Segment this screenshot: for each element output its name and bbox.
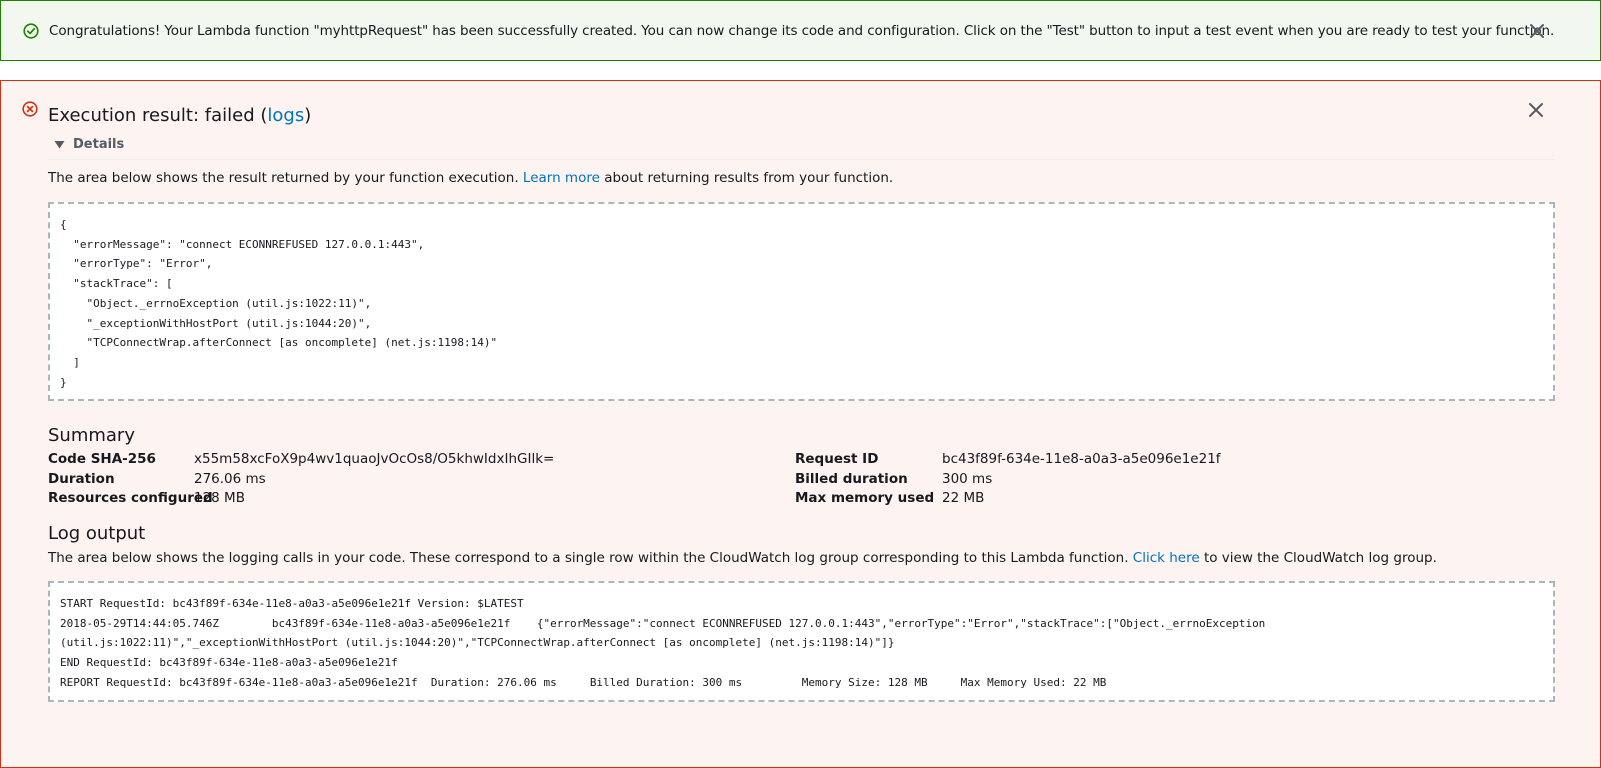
log-desc-text-after: to view the CloudWatch log group.: [1199, 550, 1437, 566]
summary-row: Billed duration 300 ms: [795, 471, 1495, 490]
summary-label: Max memory used: [795, 490, 935, 506]
dismiss-success-button[interactable]: [1528, 22, 1546, 40]
log-line: START RequestId: bc43f89f-634e-11e8-a0a3…: [60, 597, 524, 610]
close-icon: [1529, 103, 1543, 117]
result-line: {: [60, 218, 67, 231]
close-icon: [1530, 24, 1544, 38]
summary-row: Resources configured 128 MB: [48, 490, 748, 509]
log-line: (util.js:1022:11)","_exceptionWithHostPo…: [60, 636, 895, 650]
execution-title-text: Execution result: failed (: [48, 105, 268, 126]
log-desc-text: The area below shows the logging calls i…: [48, 550, 1133, 566]
result-line: "Object._errnoException (util.js:1022:11…: [60, 296, 372, 310]
summary-value: bc43f89f-634e-11e8-a0a3-a5e096e1e21f: [942, 451, 1221, 467]
success-message: Congratulations! Your Lambda function "m…: [49, 22, 1555, 39]
summary-value: 300 ms: [942, 470, 993, 487]
execution-result-title: Execution result: failed (logs): [48, 105, 311, 126]
summary-row: Duration 276.06 ms: [48, 471, 748, 490]
summary-label: Code SHA-256: [48, 451, 156, 467]
log-lines: START RequestId: bc43f89f-634e-11e8-a0a3…: [60, 594, 1543, 693]
summary-label: Billed duration: [795, 470, 908, 487]
click-here-link[interactable]: Click here: [1133, 550, 1200, 566]
result-line: "errorType": "Error",: [60, 257, 213, 271]
details-label: Details: [73, 137, 125, 152]
summary-row: Max memory used 22 MB: [795, 490, 1495, 509]
result-line: }: [60, 375, 67, 389]
result-description: The area below shows the result returned…: [48, 170, 893, 186]
log-line: END RequestId: bc43f89f-634e-11e8-a0a3-a…: [60, 656, 398, 670]
result-line: "errorMessage": "connect ECONNREFUSED 12…: [60, 237, 425, 251]
result-line: ]: [60, 355, 80, 369]
check-circle-icon: [23, 22, 39, 39]
caret-down-icon: [54, 139, 65, 150]
log-output-title: Log output: [48, 523, 146, 544]
summary-label: Duration: [48, 470, 115, 487]
summary-row: Request ID bc43f89f-634e-11e8-a0a3-a5e096…: [795, 451, 1495, 470]
summary-value: 128 MB: [194, 490, 245, 506]
execution-title-suffix: ): [304, 105, 312, 126]
result-line: "stackTrace": [: [60, 277, 173, 291]
result-desc-text: The area below shows the result returned…: [48, 170, 523, 186]
result-json: { "errorMessage": "connect ECONNREFUSED …: [60, 215, 1543, 392]
result-desc-text-after: about returning results from your functi…: [599, 170, 894, 186]
summary-label: Request ID: [795, 451, 879, 467]
details-divider: [48, 159, 1555, 160]
summary-value: x55m58xcFoX9p4wv1quaoJvOcOs8/O5khwIdxIhG…: [194, 451, 555, 467]
details-toggle[interactable]: Details: [54, 137, 124, 152]
execution-result-panel: Execution result: failed (logs) Details …: [0, 80, 1601, 768]
execution-result-output: { "errorMessage": "connect ECONNREFUSED …: [48, 202, 1555, 401]
result-line: "_exceptionWithHostPort (util.js:1044:20…: [60, 316, 372, 330]
summary-row: Code SHA-256 x55m58xcFoX9p4wv1quaoJvOcOs8…: [48, 451, 748, 470]
success-banner: Congratulations! Your Lambda function "m…: [0, 0, 1601, 61]
summary-label: Resources configured: [48, 490, 213, 506]
log-output-description: The area below shows the logging calls i…: [48, 550, 1437, 566]
x-circle-icon: [22, 101, 38, 117]
log-output-box: START RequestId: bc43f89f-634e-11e8-a0a3…: [48, 581, 1555, 702]
log-line: REPORT RequestId: bc43f89f-634e-11e8-a0a…: [60, 675, 1120, 689]
logs-link[interactable]: logs: [267, 105, 304, 126]
summary-value: 276.06 ms: [194, 470, 266, 487]
learn-more-link[interactable]: Learn more: [523, 170, 600, 186]
dismiss-execution-result-button[interactable]: [1527, 101, 1545, 119]
result-line: "TCPConnectWrap.afterConnect [as oncompl…: [60, 336, 498, 350]
summary-value: 22 MB: [942, 490, 985, 506]
summary-title: Summary: [48, 425, 135, 446]
log-line: 2018-05-29T14:44:05.746Z bc43f89f-634e-1…: [60, 616, 1266, 630]
